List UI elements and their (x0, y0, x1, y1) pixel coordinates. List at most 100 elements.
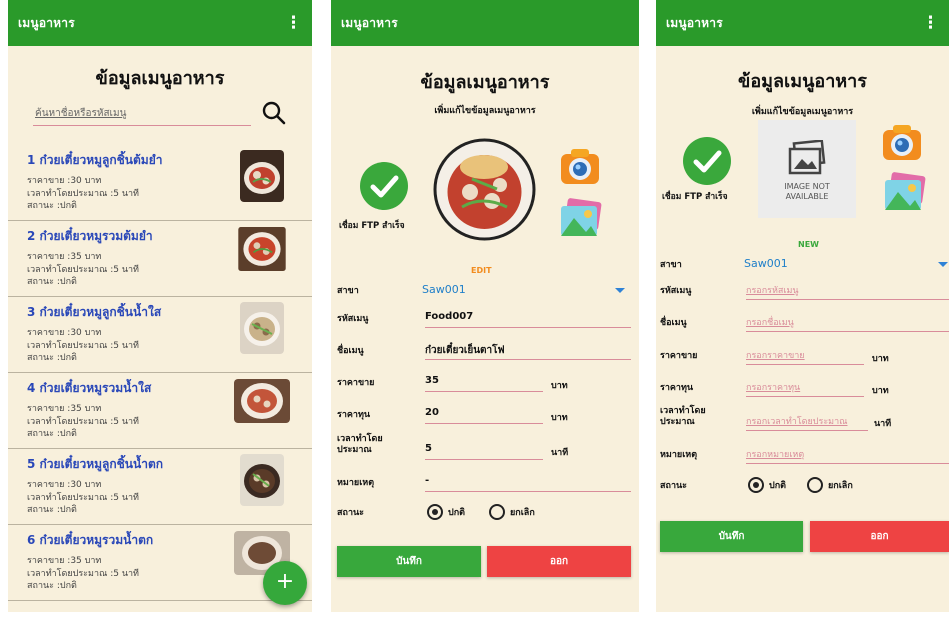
camera-icon[interactable] (559, 146, 601, 188)
radio-unselected-icon (489, 504, 505, 520)
check-circle-icon (683, 137, 731, 185)
name-row: ชื่อเมนู กรอกชื่อเมนู (660, 312, 949, 338)
exit-button[interactable]: ออก (810, 521, 949, 552)
note-field[interactable]: กรอกหมายเหตุ (746, 444, 949, 464)
status-row: สถานะ ปกติ ยกเลิก (337, 502, 633, 528)
page-subtitle: เพิ่มแก้ไขข้อมูลเมนูอาหาร (434, 106, 536, 116)
app-bar: เมนูอาหาร (331, 0, 639, 46)
branch-select[interactable]: Saw001 (744, 256, 944, 276)
menu-list-screen: เมนูอาหาร ⋮ ข้อมูลเมนูอาหาร 1 ก๋วยเตี๋ยว… (8, 0, 312, 612)
exit-button[interactable]: ออก (487, 546, 631, 577)
cost-price-field[interactable]: กรอกราคาทุน (746, 377, 864, 397)
image-icon (788, 140, 826, 175)
page-title: ข้อมูลเมนูอาหาร (420, 72, 550, 93)
camera-icon[interactable] (881, 122, 923, 164)
status-normal-radio[interactable]: ปกติ (748, 477, 786, 493)
time-field[interactable]: 5 (425, 440, 543, 460)
mode-label: NEW (798, 240, 819, 249)
minute-unit: นาที (874, 419, 892, 429)
kebab-menu-icon[interactable]: ⋮ (922, 14, 939, 32)
sell-price-row: ราคาขาย 35 บาท (337, 372, 633, 398)
cost-price-label: ราคาทุน (337, 410, 371, 420)
sell-price-field[interactable]: 35 (425, 372, 543, 392)
search-input[interactable] (33, 102, 251, 126)
radio-selected-icon (748, 477, 764, 493)
save-button[interactable]: บันทึก (337, 546, 481, 577)
code-row: รหัสเมนู Food007 (337, 308, 633, 334)
time-label: เวลาทำโดย ประมาณ (337, 434, 383, 455)
name-label: ชื่อเมนู (337, 346, 364, 356)
list-item[interactable]: 3 ก๋วยเตี๋ยวหมูลูกชิ้นน้ำใส ราคาขาย :30 … (8, 297, 312, 373)
baht-unit: บาท (551, 381, 568, 391)
status-normal-radio[interactable]: ปกติ (427, 504, 465, 520)
dropdown-caret-icon (938, 262, 948, 267)
branch-label: สาขา (337, 286, 359, 296)
app-bar: เมนูอาหาร ⋮ (656, 0, 949, 46)
mode-label: EDIT (471, 266, 492, 275)
app-title: เมนูอาหาร (18, 15, 75, 30)
list-item[interactable]: 4 ก๋วยเตี๋ยวหมูรวมน้ำใส ราคาขาย :35 บาท … (8, 373, 312, 449)
search-icon[interactable] (261, 100, 287, 126)
cost-price-row: ราคาทุน 20 บาท (337, 404, 633, 430)
status-cancel-radio[interactable]: ยกเลิก (807, 477, 853, 493)
baht-unit: บาท (872, 386, 889, 396)
kebab-menu-icon[interactable]: ⋮ (285, 14, 302, 32)
page-subtitle: เพิ่มแก้ไขข้อมูลเมนูอาหาร (751, 107, 854, 117)
sell-price-label: ราคาขาย (660, 351, 698, 361)
menu-photo[interactable] (432, 137, 537, 242)
cost-price-label: ราคาทุน (660, 383, 694, 393)
status-label: สถานะ (337, 508, 364, 518)
item-status: สถานะ :ปกติ (27, 429, 77, 439)
time-field[interactable]: กรอกเวลาทำโดยประมาณ (746, 411, 868, 431)
note-field[interactable]: - (425, 472, 631, 492)
app-bar: เมนูอาหาร ⋮ (8, 0, 312, 46)
save-button[interactable]: บันทึก (660, 521, 803, 552)
menu-new-screen: เมนูอาหาร ⋮ ข้อมูลเมนูอาหาร เพิ่มแก้ไขข้… (656, 0, 949, 612)
search-bar (33, 100, 287, 130)
name-field[interactable]: ก๋วยเตี๋ยวเย็นตาโฟ (425, 340, 631, 360)
food-thumbnail (240, 454, 284, 506)
note-row: หมายเหตุ กรอกหมายเหตุ (660, 444, 949, 470)
item-status: สถานะ :ปกติ (27, 277, 77, 287)
app-title: เมนูอาหาร (666, 15, 723, 30)
status-cancel-radio[interactable]: ยกเลิก (489, 504, 535, 520)
food-thumbnail (240, 150, 284, 202)
minute-unit: นาที (551, 448, 569, 458)
ftp-status-text: เชื่อม FTP สำเร็จ (339, 221, 405, 231)
food-thumbnail (238, 227, 286, 271)
code-field[interactable]: Food007 (425, 308, 631, 328)
time-label: เวลาทำโดย ประมาณ (660, 406, 706, 427)
radio-unselected-icon (807, 477, 823, 493)
menu-edit-screen: เมนูอาหาร ข้อมูลเมนูอาหาร เพิ่มแก้ไขข้อม… (331, 0, 639, 612)
gallery-icon[interactable] (882, 172, 928, 214)
add-menu-button[interactable]: + (263, 561, 307, 605)
radio-label: ยกเลิก (828, 481, 853, 491)
sell-price-row: ราคาขาย กรอกราคาขาย บาท (660, 345, 949, 371)
radio-selected-icon (427, 504, 443, 520)
list-item[interactable]: 5 ก๋วยเตี๋ยวหมูลูกชิ้นน้ำตก ราคาขาย :30 … (8, 449, 312, 525)
ftp-status-text: เชื่อม FTP สำเร็จ (662, 192, 728, 202)
branch-row: สาขา Saw001 (337, 280, 633, 306)
code-row: รหัสเมนู กรอกรหัสเมนู (660, 280, 949, 306)
name-field[interactable]: กรอกชื่อเมนู (746, 312, 949, 332)
time-row: เวลาทำโดย ประมาณ 5 นาที (337, 434, 633, 464)
baht-unit: บาท (551, 413, 568, 423)
sell-price-field[interactable]: กรอกราคาขาย (746, 345, 864, 365)
name-row: ชื่อเมนู ก๋วยเตี๋ยวเย็นตาโฟ (337, 340, 633, 366)
time-row: เวลาทำโดย ประมาณ กรอกเวลาทำโดยประมาณ นาท… (660, 406, 949, 436)
branch-select[interactable]: Saw001 (422, 280, 627, 300)
code-field[interactable]: กรอกรหัสเมนู (746, 280, 949, 300)
note-label: หมายเหตุ (337, 478, 375, 488)
branch-label: สาขา (660, 260, 682, 270)
note-label: หมายเหตุ (660, 450, 698, 460)
gallery-icon[interactable] (558, 198, 604, 240)
page-title: ข้อมูลเมนูอาหาร (738, 71, 867, 92)
cost-price-field[interactable]: 20 (425, 404, 543, 424)
check-circle-icon (360, 162, 408, 210)
note-row: หมายเหตุ - (337, 472, 633, 498)
list-item[interactable]: 2 ก๋วยเตี๋ยวหมูรวมต้มยำ ราคาขาย :35 บาท … (8, 221, 312, 297)
cost-price-row: ราคาทุน กรอกราคาทุน บาท (660, 377, 949, 403)
image-placeholder[interactable]: IMAGE NOT AVAILABLE (758, 120, 856, 218)
list-item[interactable]: 1 ก๋วยเตี๋ยวหมูลูกชิ้นต้มยำ ราคาขาย :30 … (8, 145, 312, 221)
name-label: ชื่อเมนู (660, 318, 687, 328)
